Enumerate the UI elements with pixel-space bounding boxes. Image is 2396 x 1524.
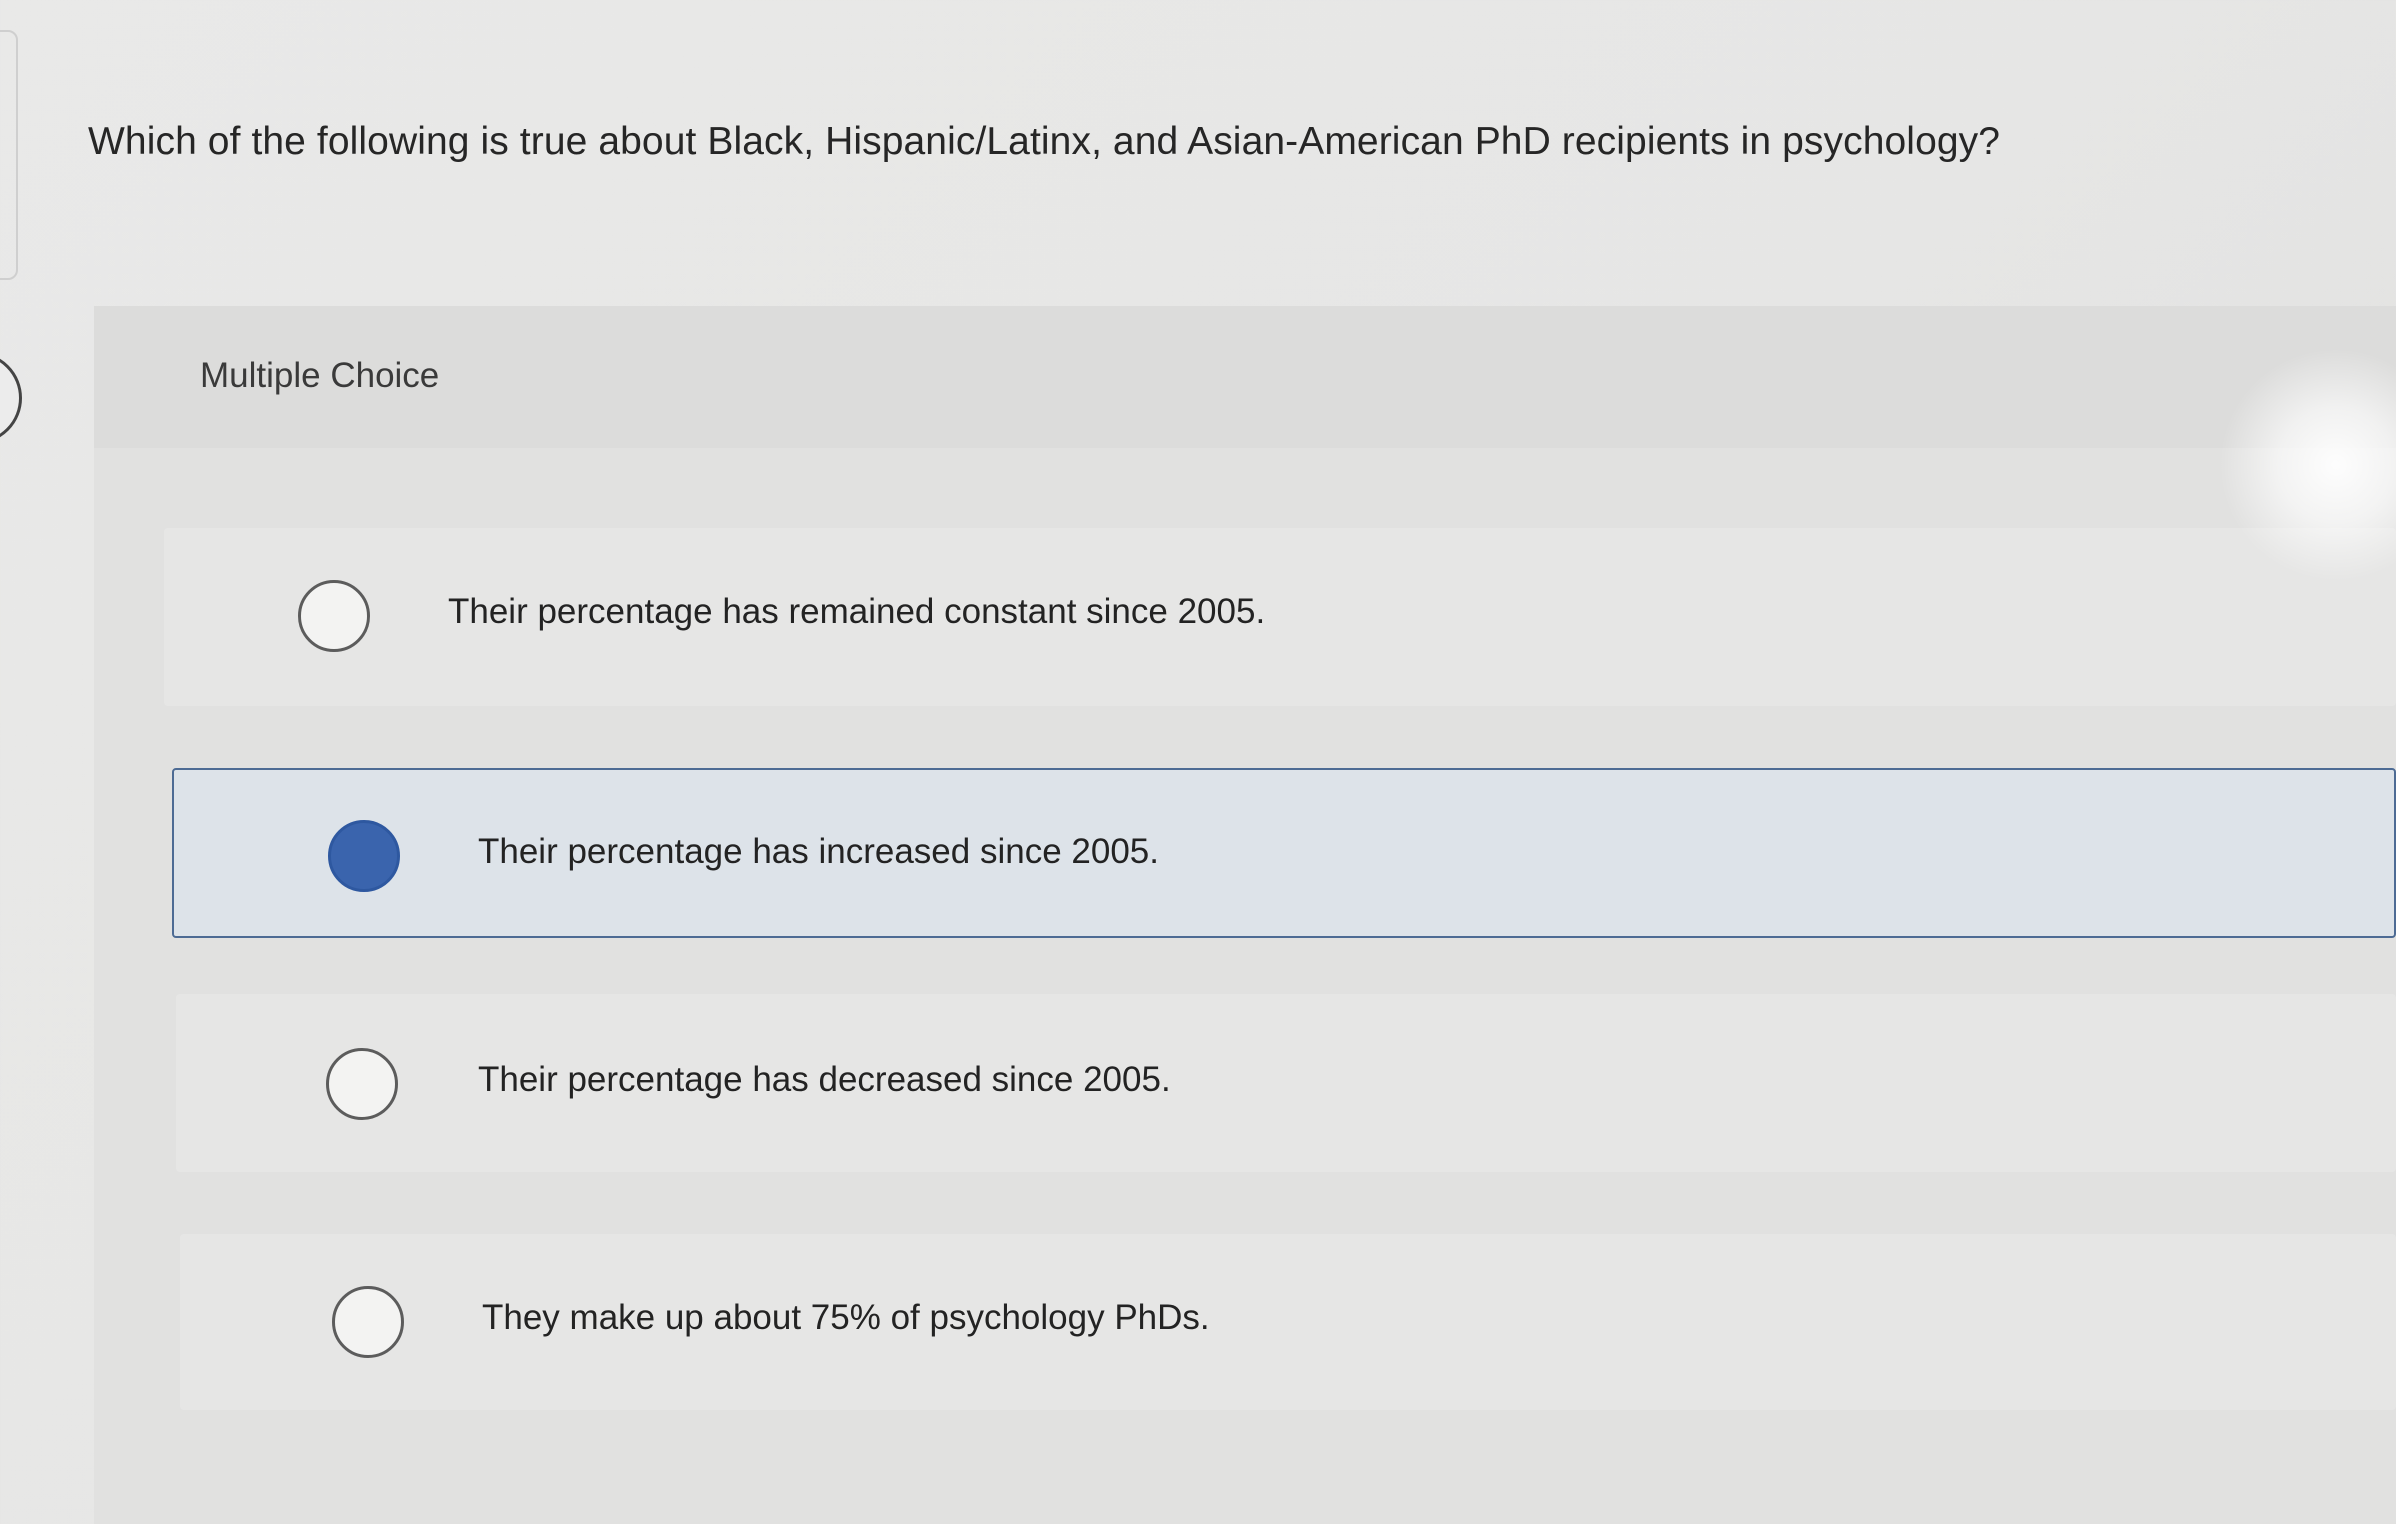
multiple-choice-header: Multiple Choice [94,306,2396,448]
choice-option-2-text: Their percentage has increased since 200… [478,832,1159,871]
radio-button-1[interactable] [298,580,370,652]
choice-option-1[interactable]: Their percentage has remained constant s… [164,528,2396,706]
choice-option-4-text: They make up about 75% of psychology PhD… [482,1298,1210,1337]
choice-option-4[interactable]: They make up about 75% of psychology PhD… [180,1234,2396,1410]
radio-button-3[interactable] [326,1048,398,1120]
choice-option-2[interactable]: Their percentage has increased since 200… [172,768,2396,938]
choice-option-1-text: Their percentage has remained constant s… [448,592,1266,631]
multiple-choice-panel: Multiple Choice Their percentage has rem… [94,306,2396,1524]
choice-option-3-text: Their percentage has decreased since 200… [478,1060,1171,1099]
choice-option-3[interactable]: Their percentage has decreased since 200… [176,994,2396,1172]
radio-button-2-selected[interactable] [328,820,400,892]
left-panel-tab [0,30,18,280]
radio-button-4[interactable] [332,1286,404,1358]
left-edge-circle-icon [0,352,22,444]
multiple-choice-label: Multiple Choice [200,356,440,395]
question-text: Which of the following is true about Bla… [88,120,2001,163]
